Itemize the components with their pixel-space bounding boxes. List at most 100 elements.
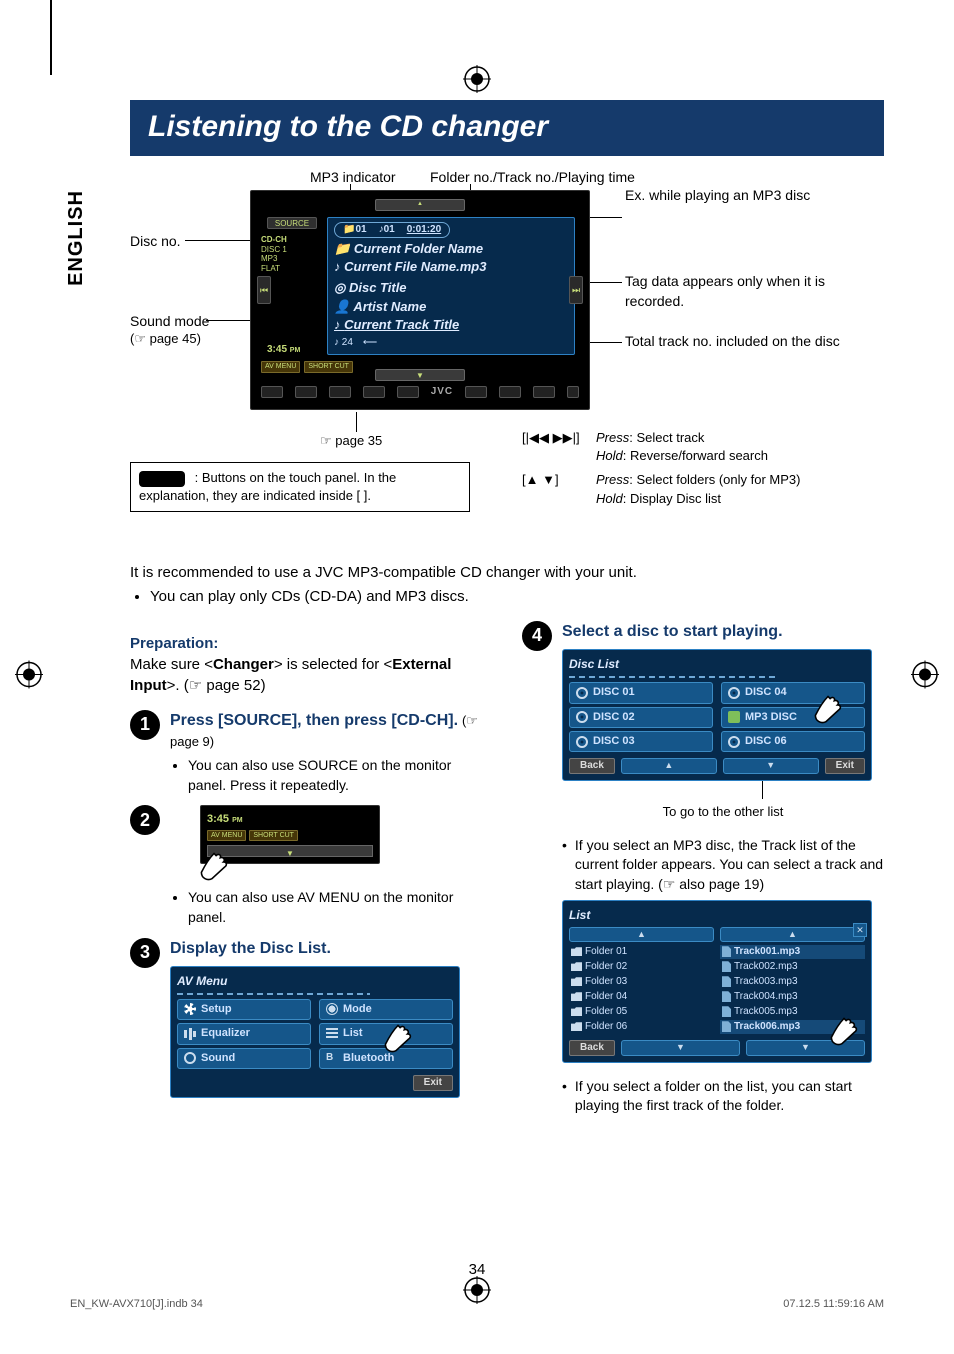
track-003[interactable]: Track003.mp3 bbox=[720, 975, 865, 989]
device-mock: ▲ SOURCE CD-CH DISC 1 MP3 FLAT ⏮ 📁01 ♪01… bbox=[250, 190, 590, 410]
folder-icon bbox=[571, 962, 582, 971]
footer-left: EN_KW-AVX710[J].indb 34 bbox=[70, 1298, 203, 1310]
file-icon bbox=[722, 976, 731, 987]
callout-sound-mode-ref: (☞ page 45) bbox=[130, 330, 201, 348]
intro-line: It is recommended to use a JVC MP3-compa… bbox=[130, 562, 884, 583]
step-2-bullet: You can also use AV MENU on the monitor … bbox=[188, 888, 492, 927]
folder-buttons-symbol: [▲ ▼] bbox=[522, 471, 594, 511]
registration-mark-top bbox=[463, 65, 491, 98]
row1-press: Press: Select track bbox=[596, 429, 868, 447]
av-menu-screen: AV Menu Setup Mode Equalizer List Sound … bbox=[170, 966, 460, 1098]
folder-05[interactable]: Folder 05 bbox=[569, 1005, 714, 1019]
track-002[interactable]: Track002.mp3 bbox=[720, 960, 865, 974]
pointing-hand-icon bbox=[377, 1015, 419, 1057]
callout-total-track: Total track no. included on the disc bbox=[625, 332, 855, 352]
disc-02[interactable]: DISC 02 bbox=[569, 707, 713, 728]
hw-button[interactable] bbox=[295, 386, 317, 398]
menu-equalizer[interactable]: Equalizer bbox=[177, 1023, 311, 1044]
shortcut-chip[interactable]: SHORT CUT bbox=[304, 361, 353, 373]
step-4-title: Select a disc to start playing. bbox=[562, 621, 884, 643]
mp3-disc-icon bbox=[728, 711, 740, 723]
callout-disc-no: Disc no. bbox=[130, 232, 181, 252]
exit-button[interactable]: Exit bbox=[825, 758, 865, 774]
folder-04[interactable]: Folder 04 bbox=[569, 990, 714, 1004]
pointing-hand-icon bbox=[193, 843, 235, 885]
disc-icon bbox=[728, 736, 740, 748]
source-button[interactable]: SOURCE bbox=[267, 217, 317, 229]
folder-03[interactable]: Folder 03 bbox=[569, 975, 714, 989]
hw-button[interactable] bbox=[329, 386, 351, 398]
menu-sound[interactable]: Sound bbox=[177, 1048, 311, 1069]
prev-track-button[interactable]: ⏮ bbox=[257, 276, 271, 304]
step-1-badge: 1 bbox=[130, 710, 160, 740]
callout-sound-mode: Sound mode bbox=[130, 312, 209, 332]
note-icon: ♪01 bbox=[379, 223, 395, 237]
intro-bullet: You can play only CDs (CD-DA) and MP3 di… bbox=[150, 586, 884, 607]
preparation-text: Make sure <Changer> is selected for <Ext… bbox=[130, 654, 492, 696]
page-35-ref: ☞ page 35 bbox=[320, 432, 382, 450]
hw-button-minus[interactable] bbox=[465, 386, 487, 398]
folder-scroll-up[interactable]: ▲ bbox=[569, 927, 714, 942]
device-clock: 3:45 PM bbox=[267, 343, 300, 357]
equalizer-icon bbox=[184, 1028, 196, 1040]
track-scroll-up[interactable]: ▲ bbox=[720, 927, 865, 942]
shortcut-chip[interactable]: SHORT CUT bbox=[249, 830, 298, 842]
folder-icon: 📁01 bbox=[343, 223, 367, 237]
pointing-hand-icon bbox=[823, 1008, 865, 1050]
row1-hold: Hold: Reverse/forward search bbox=[596, 447, 868, 465]
folder-06[interactable]: Folder 06 bbox=[569, 1020, 714, 1034]
row2-hold: Hold: Display Disc list bbox=[596, 490, 868, 508]
sound-icon bbox=[184, 1052, 196, 1064]
disc-03[interactable]: DISC 03 bbox=[569, 731, 713, 752]
close-button[interactable]: ✕ bbox=[853, 923, 867, 937]
step-1-bullet: You can also use SOURCE on the monitor p… bbox=[188, 756, 492, 795]
registration-mark-right bbox=[911, 661, 939, 694]
scroll-up-arrow[interactable]: ▲ bbox=[621, 758, 717, 774]
disc-list-title: Disc List bbox=[569, 656, 865, 673]
disc-06[interactable]: DISC 06 bbox=[721, 731, 865, 752]
exit-button[interactable]: Exit bbox=[413, 1075, 453, 1091]
hw-button[interactable] bbox=[261, 386, 283, 398]
hw-button-source[interactable] bbox=[363, 386, 385, 398]
av-menu-chip[interactable]: AV MENU bbox=[261, 361, 300, 373]
preparation-heading: Preparation: bbox=[130, 633, 492, 654]
disc-01[interactable]: DISC 01 bbox=[569, 682, 713, 703]
registration-mark-left bbox=[15, 661, 43, 694]
scroll-down-arrow[interactable]: ▼ bbox=[723, 758, 819, 774]
disc-icon bbox=[576, 736, 588, 748]
page-title: Listening to the CD changer bbox=[130, 100, 884, 156]
track-list-screen: List ▲ ▲ ✕ Folder 01 Track001.mp3 Folder… bbox=[562, 900, 872, 1062]
hw-button-plus[interactable] bbox=[499, 386, 521, 398]
av-menu-chip[interactable]: AV MENU bbox=[207, 830, 246, 842]
folder-02[interactable]: Folder 02 bbox=[569, 960, 714, 974]
folder-icon bbox=[571, 977, 582, 986]
back-button[interactable]: Back bbox=[569, 758, 615, 774]
folder-01[interactable]: Folder 01 bbox=[569, 945, 714, 959]
device-down-arrow-button[interactable]: ▼ bbox=[375, 369, 465, 381]
track-004[interactable]: Track004.mp3 bbox=[720, 990, 865, 1004]
device-up-arrow-button[interactable]: ▲ bbox=[375, 199, 465, 211]
step-2-mini-screen: 3:45 PM AV MENU SHORT CUT ▼ bbox=[200, 805, 380, 864]
sun-icon bbox=[326, 1003, 338, 1015]
hw-button-disp[interactable] bbox=[397, 386, 419, 398]
folder-scroll-down[interactable]: ▼ bbox=[621, 1040, 740, 1056]
hw-button-open[interactable] bbox=[533, 386, 555, 398]
step-3-title: Display the Disc List. bbox=[170, 938, 492, 960]
folder-play-note: If you select a folder on the list, you … bbox=[575, 1077, 884, 1116]
callout-tag-note: Tag data appears only when it is recorde… bbox=[625, 272, 855, 311]
page-number: 34 bbox=[469, 1261, 486, 1278]
brand-logo: JVC bbox=[431, 385, 453, 399]
lcd-side-info: CD-CH DISC 1 MP3 FLAT bbox=[261, 235, 287, 273]
menu-setup[interactable]: Setup bbox=[177, 999, 311, 1020]
disc-title: Disc Title bbox=[349, 280, 407, 295]
total-tracks: 24 bbox=[342, 337, 353, 348]
disc-label: DISC 1 bbox=[261, 245, 287, 255]
folder-icon bbox=[571, 992, 582, 1001]
track-001[interactable]: Track001.mp3 bbox=[720, 945, 865, 959]
back-button[interactable]: Back bbox=[569, 1040, 615, 1056]
next-track-button[interactable]: ⏭ bbox=[569, 276, 583, 304]
cd-ch-label: CD-CH bbox=[261, 235, 287, 245]
crop-mark bbox=[50, 0, 52, 75]
hw-button[interactable] bbox=[567, 386, 579, 398]
list-icon bbox=[326, 1028, 338, 1040]
